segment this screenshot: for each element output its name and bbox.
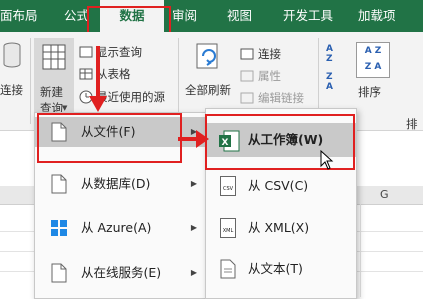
- chevron-right-icon: ▶: [190, 268, 197, 277]
- xml-file-icon: XML: [220, 218, 236, 238]
- sort-za-icon[interactable]: Z A: [326, 72, 340, 92]
- ribbon-tab-bar: 面布局 公式 数据 审阅 视图 开发工具 加载项: [0, 0, 423, 34]
- ribbon-separator: [30, 38, 31, 124]
- menu-item-from-text[interactable]: 从文本(T): [206, 254, 356, 284]
- gridline: [360, 204, 361, 297]
- tab-view[interactable]: 视图: [227, 0, 252, 32]
- sort-filter-group-label: 排: [406, 117, 418, 131]
- menu-item-from-xml[interactable]: XML 从 XML(X): [206, 213, 356, 243]
- windows-logo-icon: [51, 220, 67, 236]
- sort-az-icon[interactable]: A Z: [326, 44, 340, 64]
- chevron-right-icon: ▶: [190, 223, 197, 232]
- database-icon: [3, 42, 21, 68]
- menu-item-label: 从 Azure(A): [81, 220, 152, 235]
- menu-item-from-azure[interactable]: 从 Azure(A) ▶: [35, 213, 205, 243]
- csv-file-icon: CSV: [220, 176, 236, 196]
- tab-add-ins[interactable]: 加载项: [358, 0, 396, 32]
- connections-icon: [240, 48, 254, 60]
- annotation-arrow-right: [178, 130, 209, 148]
- tab-formulas[interactable]: 公式: [64, 0, 89, 32]
- menu-item-label: 从数据库(D): [81, 176, 151, 191]
- sort-icon-text-az: A Z: [364, 46, 382, 56]
- annotation-box-from-file: [37, 113, 182, 163]
- connect-fragment-label[interactable]: 连接: [0, 82, 23, 98]
- menu-item-from-database[interactable]: 从数据库(D) ▶: [35, 169, 205, 199]
- menu-item-label: 从在线服务(E): [81, 265, 162, 280]
- properties-button[interactable]: 属性: [258, 68, 281, 84]
- menu-item-label: 从文本(T): [248, 261, 303, 276]
- menu-item-from-csv[interactable]: CSV 从 CSV(C): [206, 171, 356, 201]
- file-icon: [51, 174, 67, 194]
- menu-item-label: 从 CSV(C): [248, 178, 309, 193]
- chevron-down-icon: ▼: [62, 104, 68, 112]
- edit-links-icon: [240, 92, 254, 104]
- chevron-right-icon: ▶: [190, 179, 197, 188]
- properties-icon: [240, 70, 254, 82]
- tab-review[interactable]: 审阅: [172, 0, 197, 32]
- tab-page-layout[interactable]: 面布局: [0, 0, 38, 32]
- file-icon: [51, 263, 67, 283]
- refresh-all-button[interactable]: 全部刷新: [185, 82, 231, 98]
- sort-dialog-icon: A Z Z A: [356, 42, 390, 78]
- table-query-icon: [42, 44, 66, 70]
- text-file-icon: [220, 259, 236, 279]
- menu-item-label: 从 XML(X): [248, 220, 310, 235]
- tab-developer[interactable]: 开发工具: [283, 0, 333, 32]
- mouse-cursor-icon: [320, 150, 334, 170]
- sort-button[interactable]: 排序: [358, 84, 381, 100]
- column-header-g[interactable]: G: [380, 186, 389, 204]
- menu-item-from-online-services[interactable]: 从在线服务(E) ▶: [35, 258, 205, 288]
- refresh-all-icon: [196, 43, 218, 69]
- sort-icon-text-za: Z A: [364, 62, 382, 72]
- annotation-arrow-down: [89, 46, 107, 112]
- new-query-label-1: 新建: [40, 85, 63, 99]
- edit-links-button[interactable]: 编辑链接: [258, 90, 304, 106]
- connections-button[interactable]: 连接: [258, 46, 281, 62]
